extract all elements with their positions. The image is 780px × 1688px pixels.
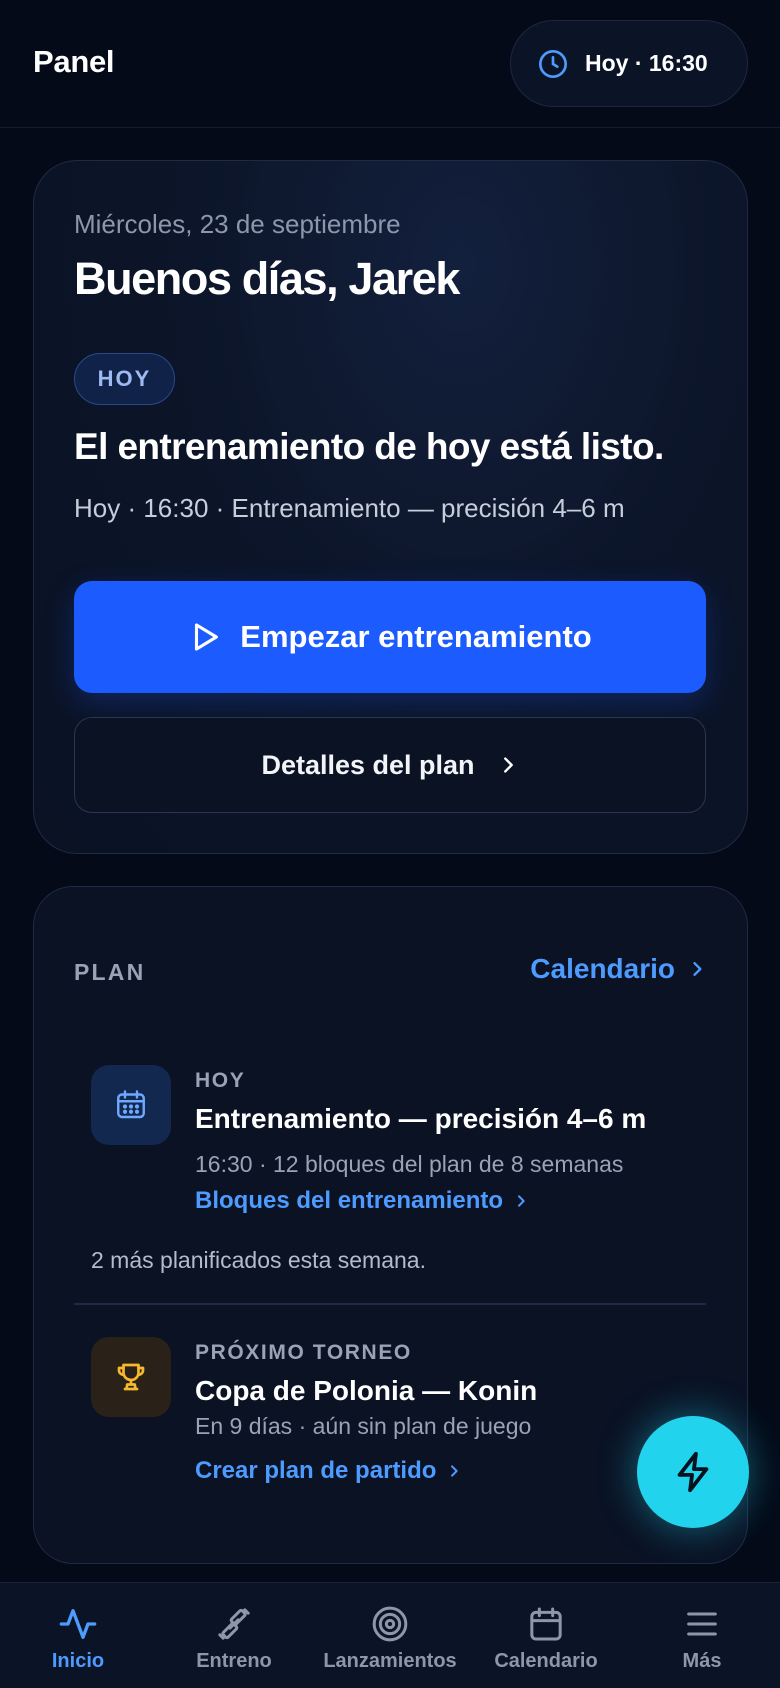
chevron-right-icon bbox=[503, 757, 513, 773]
bottom-navigation: Inicio Entreno Lanzamientos Calendario M… bbox=[0, 1582, 780, 1688]
chevron-right-icon bbox=[451, 1465, 459, 1477]
chevron-right-icon bbox=[518, 1195, 525, 1207]
plan-details-label: Detalles del plan bbox=[261, 749, 475, 780]
planned-note: 2 más planificados esta semana. bbox=[91, 1247, 426, 1273]
nav-label-entreno: Entreno bbox=[196, 1650, 272, 1672]
activity-icon bbox=[59, 1609, 97, 1639]
create-match-plan-label: Crear plan de partido bbox=[195, 1457, 437, 1484]
nav-item-entreno[interactable]: Entreno bbox=[184, 1583, 284, 1688]
lightning-icon bbox=[677, 1451, 709, 1493]
tournament-title: Copa de Polonia — Konin bbox=[195, 1375, 538, 1406]
dumbbell-icon bbox=[218, 1608, 250, 1640]
hero-headline: El entrenamiento de hoy está listo. bbox=[74, 426, 664, 467]
today-item-title: Entrenamiento — precisión 4–6 m bbox=[195, 1103, 647, 1134]
today-item-meta: 16:30 · 12 bloques del plan de 8 semanas bbox=[195, 1151, 624, 1177]
nav-label-lanzamientos: Lanzamientos bbox=[323, 1650, 457, 1672]
hero-subtitle: Hoy · 16:30 · Entrenamiento — precisión … bbox=[74, 493, 625, 523]
plan-details-button[interactable]: Detalles del plan bbox=[74, 717, 706, 813]
calendar-link-label: Calendario bbox=[530, 953, 675, 984]
time-pill-label: Hoy · 16:30 bbox=[585, 50, 708, 76]
nav-item-inicio[interactable]: Inicio bbox=[28, 1583, 128, 1688]
tournament-kicker: PRÓXIMO TORNEO bbox=[195, 1341, 412, 1364]
target-icon bbox=[372, 1606, 408, 1642]
today-hero-card: Miércoles, 23 de septiembre Buenos días,… bbox=[33, 160, 748, 854]
create-match-plan-link[interactable]: Crear plan de partido bbox=[195, 1457, 462, 1485]
tournament-meta: En 9 días · aún sin plan de juego bbox=[195, 1413, 532, 1439]
nav-item-calendario[interactable]: Calendario bbox=[486, 1583, 606, 1688]
play-icon bbox=[195, 623, 219, 651]
dashboard-screen: Panel Hoy · 16:30 Miércoles, 23 de septi… bbox=[0, 0, 780, 1688]
quick-action-button[interactable] bbox=[637, 1416, 749, 1528]
top-bar: Panel Hoy · 16:30 bbox=[0, 0, 780, 128]
page-title: Panel bbox=[33, 44, 115, 79]
today-badge: HOY bbox=[74, 353, 175, 405]
nav-label-mas: Más bbox=[682, 1650, 722, 1672]
start-training-button[interactable]: Empezar entrenamiento bbox=[74, 581, 706, 693]
time-pill-button[interactable]: Hoy · 16:30 bbox=[510, 20, 748, 107]
calendar-link[interactable]: Calendario bbox=[530, 953, 707, 985]
calendar-icon bbox=[91, 1065, 171, 1145]
current-date: Miércoles, 23 de septiembre bbox=[74, 209, 401, 239]
training-blocks-label: Bloques del entrenamiento bbox=[195, 1187, 504, 1214]
nav-label-calendario: Calendario bbox=[494, 1650, 598, 1672]
divider bbox=[74, 1303, 706, 1305]
today-item-kicker: HOY bbox=[195, 1069, 246, 1092]
nav-item-lanzamientos[interactable]: Lanzamientos bbox=[315, 1583, 465, 1688]
calendar-icon bbox=[530, 1607, 562, 1641]
plan-section-label: PLAN bbox=[74, 959, 146, 985]
training-blocks-link[interactable]: Bloques del entrenamiento bbox=[195, 1187, 529, 1215]
start-training-label: Empezar entrenamiento bbox=[240, 619, 592, 654]
greeting: Buenos días, Jarek bbox=[74, 253, 460, 304]
chevron-right-icon bbox=[693, 962, 702, 976]
nav-item-mas[interactable]: Más bbox=[652, 1583, 752, 1688]
nav-label-inicio: Inicio bbox=[51, 1650, 105, 1672]
menu-icon bbox=[687, 1612, 717, 1636]
trophy-icon bbox=[91, 1337, 171, 1417]
clock-icon bbox=[539, 49, 567, 78]
